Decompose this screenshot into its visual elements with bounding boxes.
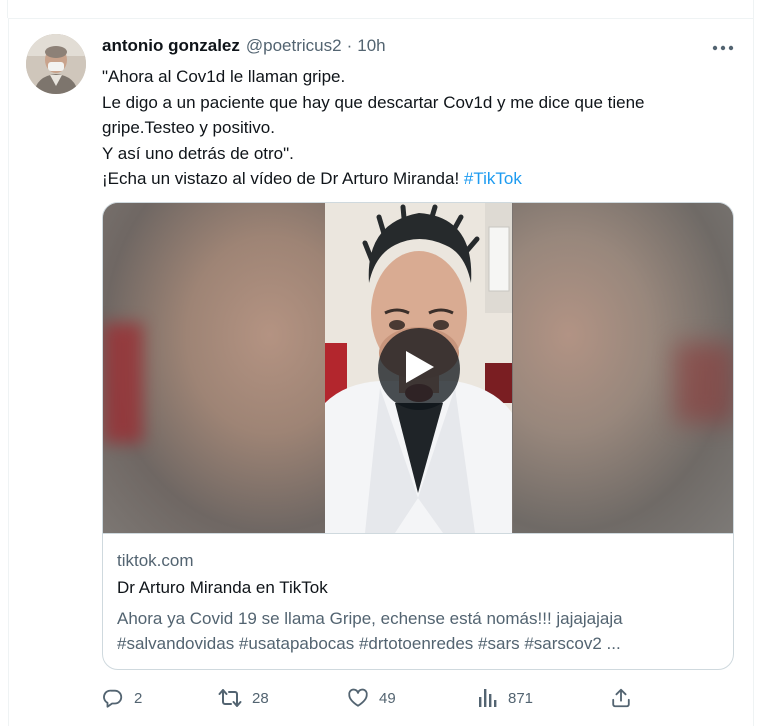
blurred-detail xyxy=(675,343,733,423)
views-chart-icon xyxy=(478,687,498,709)
tweet-header: antonio gonzalez @poetricus2 · 10h xyxy=(102,36,386,58)
link-description-line: #salvandovidas #usatapabocas #drtotoenre… xyxy=(117,634,621,653)
link-preview-card[interactable]: tiktok.com Dr Arturo Miranda en TikTok A… xyxy=(102,202,734,670)
author-name[interactable]: antonio gonzalez xyxy=(102,36,240,56)
tweet-text: "Ahora al Cov1d le llaman gripe. Le digo… xyxy=(102,64,732,192)
reply-button[interactable]: 2 xyxy=(102,684,142,712)
link-domain: tiktok.com xyxy=(117,551,194,570)
link-title: Dr Arturo Miranda en TikTok xyxy=(117,578,328,597)
link-description: Ahora ya Covid 19 se llama Gripe, echens… xyxy=(117,606,721,656)
share-icon xyxy=(610,687,632,709)
video-thumbnail[interactable] xyxy=(103,203,733,533)
top-divider-right xyxy=(753,0,754,18)
link-description-line: Ahora ya Covid 19 se llama Gripe, echens… xyxy=(117,609,623,628)
like-button[interactable]: 49 xyxy=(347,684,396,712)
play-icon xyxy=(402,349,436,390)
reply-icon xyxy=(102,687,124,709)
views-count: 871 xyxy=(508,689,534,707)
avatar[interactable] xyxy=(26,34,86,94)
tweet-actions-bar: 2 28 49 871 xyxy=(102,684,642,712)
tweet-text-line-last: ¡Echa un vistazo al vídeo de Dr Arturo M… xyxy=(102,166,732,192)
timestamp[interactable]: 10h xyxy=(357,36,385,56)
tweet-text-line: "Ahora al Cov1d le llaman gripe. xyxy=(102,67,346,86)
more-horizontal-icon xyxy=(712,38,734,56)
tweet-text-line: Le digo a un paciente que hay que descar… xyxy=(102,92,645,112)
tweet-text-line: Y así uno detrás de otro". xyxy=(102,143,294,163)
tweet-text-line: gripe.Testeo y positivo. xyxy=(102,118,275,137)
retweet-button[interactable]: 28 xyxy=(218,684,269,712)
heart-icon xyxy=(347,687,369,709)
share-button[interactable] xyxy=(610,684,632,712)
retweet-count: 28 xyxy=(252,689,269,707)
blurred-detail xyxy=(103,323,143,443)
retweet-icon xyxy=(218,687,242,709)
author-handle[interactable]: @poetricus2 xyxy=(246,36,342,56)
views-button[interactable]: 871 xyxy=(478,684,533,712)
play-button[interactable] xyxy=(378,328,460,410)
tweet-text-tail: ¡Echa un vistazo al vídeo de Dr Arturo M… xyxy=(102,169,464,188)
top-divider-left xyxy=(0,0,8,18)
more-options-button[interactable] xyxy=(710,36,736,58)
like-count: 49 xyxy=(379,689,396,707)
reply-count: 2 xyxy=(134,689,143,707)
separator-dot: · xyxy=(346,36,353,55)
link-card-meta[interactable]: tiktok.com Dr Arturo Miranda en TikTok A… xyxy=(103,533,733,669)
hashtag-link[interactable]: #TikTok xyxy=(464,169,522,188)
